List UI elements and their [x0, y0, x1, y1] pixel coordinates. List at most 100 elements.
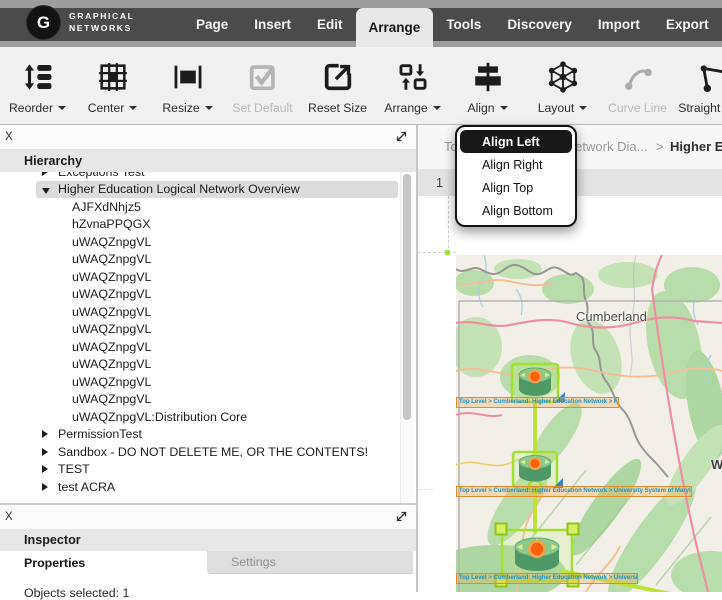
- tree-item[interactable]: uWAQZnpgVL: [0, 356, 416, 374]
- straight-line-button[interactable]: Straight Line: [675, 47, 722, 124]
- straight-line-icon: [696, 59, 722, 95]
- chevron-down-icon: [500, 106, 508, 114]
- close-icon[interactable]: X: [5, 130, 13, 144]
- tree-item[interactable]: uWAQZnpgVL: [0, 303, 416, 321]
- caret-right-icon[interactable]: [42, 172, 48, 176]
- tree-scrollbar-thumb[interactable]: [403, 174, 411, 420]
- network-map[interactable]: [456, 255, 722, 592]
- app-header: G GRAPHICAL NETWORKS Page Insert Edit Ar…: [0, 0, 722, 47]
- menu-page[interactable]: Page: [183, 8, 241, 41]
- hierarchy-panel-header: X: [0, 125, 416, 150]
- map-edge-label: W: [711, 457, 722, 472]
- menu-arrange[interactable]: Arrange: [356, 8, 434, 47]
- chevron-down-icon: [205, 106, 213, 114]
- arrange-icon: [396, 59, 430, 95]
- tree-item[interactable]: uWAQZnpgVL: [0, 233, 416, 251]
- menu-edit[interactable]: Edit: [304, 8, 356, 41]
- reorder-button[interactable]: Reorder: [0, 47, 75, 124]
- inspector-panel: X Inspector Properties Settings Objects …: [0, 503, 417, 592]
- close-icon[interactable]: X: [5, 510, 13, 524]
- align-dropdown-menu: Align Left Align Right Align Top Align B…: [455, 125, 577, 227]
- device-node-2: [513, 452, 557, 487]
- set-default-icon: [246, 59, 280, 95]
- vertical-guide: [448, 196, 449, 253]
- map-place-label: Cumberland: [576, 309, 647, 324]
- hierarchy-panel: X Hierarchy Exceptions Test Higher Educa…: [0, 125, 417, 503]
- tab-settings[interactable]: Settings: [207, 551, 413, 574]
- tree-item[interactable]: uWAQZnpgVL:Distribution Core: [0, 408, 416, 426]
- logo-g-icon: G: [26, 5, 61, 40]
- tree-item[interactable]: uWAQZnpgVL: [0, 391, 416, 409]
- menu-tools[interactable]: Tools: [433, 8, 494, 41]
- curve-line-icon: [621, 59, 655, 95]
- menu-discovery[interactable]: Discovery: [494, 8, 585, 41]
- align-icon: [471, 59, 505, 95]
- device-label-band: Top Level > Cumberland: Higher Education…: [456, 573, 638, 584]
- caret-right-icon[interactable]: [42, 430, 48, 438]
- tree-item[interactable]: uWAQZnpgVL: [0, 286, 416, 304]
- tree-item[interactable]: hZvnaPPQGX: [0, 216, 416, 234]
- layout-icon: [546, 59, 580, 95]
- arrange-toolbar: Reorder Center Resize: [0, 47, 722, 125]
- logo-text: GRAPHICAL NETWORKS: [69, 11, 134, 33]
- tab-properties[interactable]: Properties: [0, 551, 207, 574]
- tree-item[interactable]: uWAQZnpgVL: [0, 321, 416, 339]
- breadcrumb-separator: >: [656, 125, 664, 169]
- tree-item[interactable]: test ACRA: [0, 478, 416, 496]
- chevron-down-icon: [433, 106, 441, 114]
- app-logo: G GRAPHICAL NETWORKS: [26, 5, 134, 40]
- arrange-button[interactable]: Arrange: [375, 47, 450, 124]
- menu-import[interactable]: Import: [585, 8, 653, 41]
- inspector-panel-header: X: [0, 505, 416, 529]
- resize-button[interactable]: Resize: [150, 47, 225, 124]
- reorder-icon: [21, 59, 55, 95]
- menubar: Page Insert Edit Arrange Tools Discovery…: [183, 8, 722, 47]
- menu-item-align-right[interactable]: Align Right: [460, 153, 572, 176]
- tree-item[interactable]: uWAQZnpgVL: [0, 251, 416, 269]
- tree-item[interactable]: Sandbox - DO NOT DELETE ME, OR THE CONTE…: [0, 443, 416, 461]
- objects-selected-status: Objects selected: 1: [24, 586, 129, 600]
- device-label-band: Top Level > Cumberland: Higher Education…: [456, 486, 692, 497]
- menu-item-align-bottom[interactable]: Align Bottom: [460, 199, 572, 222]
- chevron-down-icon: [129, 106, 137, 114]
- curve-line-button: Curve Line: [600, 47, 675, 124]
- netterrain-app: { "header": { "logo": { "mark": "G", "li…: [0, 0, 722, 592]
- hierarchy-tree: Exceptions Test Higher Education Logical…: [0, 172, 416, 503]
- caret-right-icon[interactable]: [42, 465, 48, 473]
- tree-item-selected[interactable]: Higher Education Logical Network Overvie…: [0, 181, 416, 199]
- tree-item[interactable]: AJFXdNhjz5: [0, 198, 416, 216]
- chevron-down-icon: [58, 106, 66, 114]
- inspector-title: Inspector: [0, 529, 416, 551]
- caret-right-icon[interactable]: [42, 448, 48, 456]
- expand-panel-icon[interactable]: [395, 510, 408, 528]
- tree-item[interactable]: PermissionTest: [0, 426, 416, 444]
- align-button[interactable]: Align: [450, 47, 525, 124]
- tree-item[interactable]: TEST: [0, 461, 416, 479]
- horizontal-guide: [419, 489, 433, 490]
- tree-scrollbar: [400, 172, 413, 503]
- set-default-button: Set Default: [225, 47, 300, 124]
- menu-insert[interactable]: Insert: [241, 8, 304, 41]
- reset-size-icon: [321, 59, 355, 95]
- tree-item[interactable]: Exceptions Test: [0, 172, 416, 181]
- reset-size-button[interactable]: Reset Size: [300, 47, 375, 124]
- center-grid-icon: [96, 59, 130, 95]
- menu-item-align-top[interactable]: Align Top: [460, 176, 572, 199]
- breadcrumb-current: Higher Education Logical Network Overvie…: [670, 125, 722, 169]
- tree-item[interactable]: uWAQZnpgVL: [0, 268, 416, 286]
- hierarchy-title: Hierarchy: [0, 150, 416, 172]
- selection-corner-dot: [445, 250, 450, 255]
- center-button[interactable]: Center: [75, 47, 150, 124]
- caret-right-icon[interactable]: [42, 483, 48, 491]
- horizontal-guide: [418, 252, 456, 253]
- tree-item[interactable]: uWAQZnpgVL: [0, 338, 416, 356]
- resize-icon: [171, 59, 205, 95]
- layout-button[interactable]: Layout: [525, 47, 600, 124]
- inspector-tabs: Properties Settings: [0, 551, 416, 574]
- tree-item[interactable]: uWAQZnpgVL: [0, 373, 416, 391]
- expand-panel-icon[interactable]: [395, 130, 408, 148]
- menu-item-align-left[interactable]: Align Left: [460, 130, 572, 153]
- page-number-tab[interactable]: 1: [436, 170, 443, 196]
- caret-down-icon[interactable]: [42, 188, 50, 194]
- menu-export[interactable]: Export: [653, 8, 722, 41]
